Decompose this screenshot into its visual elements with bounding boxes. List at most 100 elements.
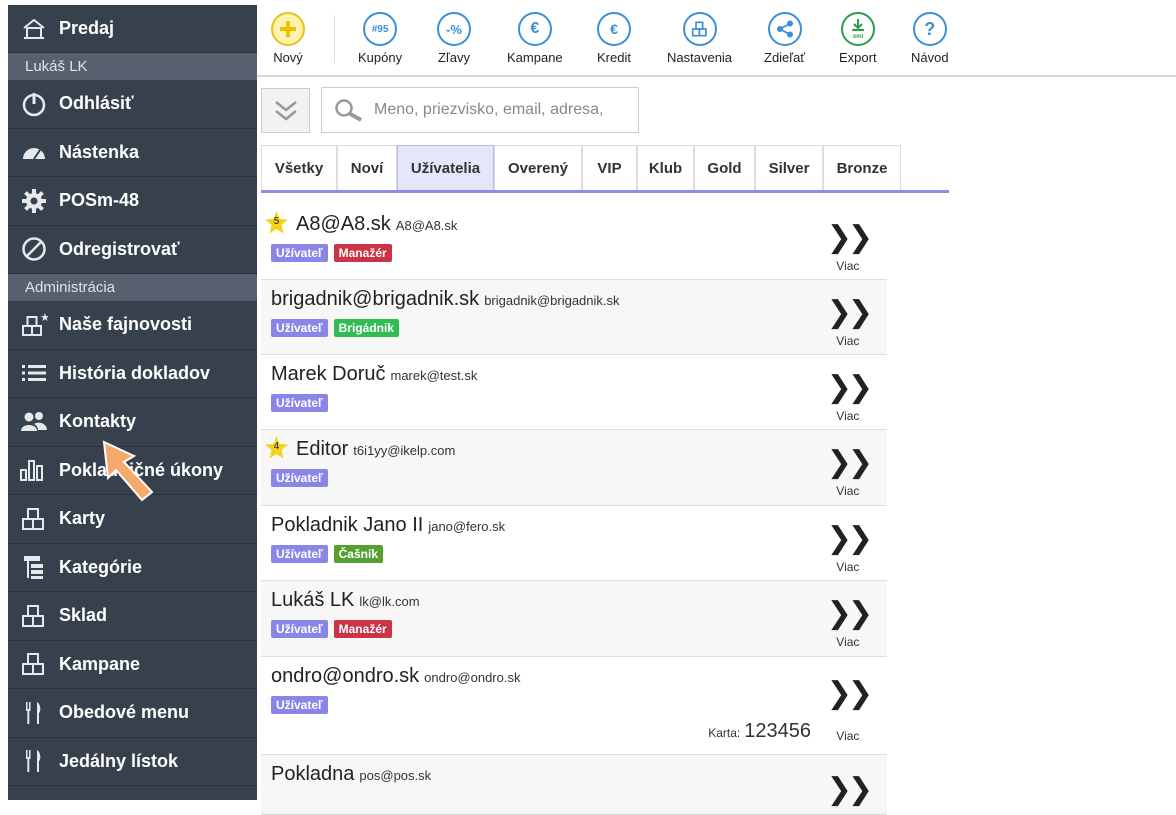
sidebar-item-label: Predaj: [59, 18, 115, 38]
sidebar-item-label: História dokladov: [59, 362, 211, 383]
sidebar-item-label: Naše fajnovosti: [59, 314, 193, 335]
cutlery-icon: [19, 746, 49, 776]
help-icon: ?: [912, 12, 947, 46]
chevron-double-right-icon: ❯❯: [826, 773, 873, 806]
tab-gold[interactable]: Gold: [694, 145, 755, 190]
tree-icon: [19, 552, 49, 582]
sidebar-item-label: Kontakty: [59, 411, 137, 432]
sidebar-item-label: Kategórie: [59, 556, 143, 577]
sidebar-item-label: Obedové menu: [59, 702, 190, 723]
role-badge-user: Užívateľ: [271, 545, 328, 563]
boxes-icon: [682, 12, 717, 46]
tab-klub[interactable]: Klub: [637, 145, 694, 190]
sidebar-item-label: Kampane: [59, 653, 141, 674]
filter-toggle-button[interactable]: [261, 88, 310, 133]
contact-row[interactable]: 4 Editor t6i1yy@ikelp.com Užívateľ ❯❯ Vi…: [261, 430, 887, 506]
sidebar-item-odhlasit[interactable]: Odhlásiť: [8, 80, 257, 129]
tab-bronze[interactable]: Bronze: [823, 145, 901, 190]
sidebar-item-label: Nástenka: [59, 141, 140, 162]
sidebar-section-user: Lukáš LK: [8, 53, 257, 80]
toolbar-divider: [334, 15, 335, 63]
settings-button[interactable]: Nastavenia: [667, 12, 732, 65]
more-button[interactable]: ❯❯ Viac: [827, 524, 873, 575]
sidebar-item-nase-fajnovosti[interactable]: ★ Naše fajnovosti: [8, 301, 257, 350]
contact-email: pos@pos.sk: [359, 768, 432, 783]
sidebar-item-odregistrovat[interactable]: Odregistrovať: [8, 226, 257, 274]
contact-row[interactable]: ondro@ondro.sk ondro@ondro.sk Užívateľ K…: [261, 657, 887, 755]
more-button[interactable]: ❯❯ Viac: [827, 679, 873, 744]
sidebar-item-predaj[interactable]: Predaj: [8, 5, 257, 53]
contact-row[interactable]: Pokladna pos@pos.sk ❯❯: [261, 755, 887, 815]
more-button[interactable]: ❯❯ Viac: [827, 298, 873, 349]
help-button[interactable]: ? Návod: [911, 12, 949, 65]
euro-campaign-icon: €: [517, 12, 552, 46]
tab-overeny[interactable]: Overený: [494, 145, 582, 190]
contact-name: A8@A8.sk: [296, 213, 391, 235]
new-button[interactable]: Nový: [271, 12, 305, 65]
star-rating-icon: 4: [264, 435, 289, 460]
search-icon: [335, 99, 362, 122]
gear-icon: [19, 186, 49, 216]
sidebar-item-obedove-menu[interactable]: Obedové menu: [8, 689, 257, 738]
tab-uzivatelia[interactable]: Užívatelia: [397, 145, 494, 190]
campaigns-button[interactable]: € Kampane: [507, 12, 563, 65]
more-button[interactable]: ❯❯ Viac: [827, 373, 873, 424]
tab-novi[interactable]: Noví: [337, 145, 397, 190]
contact-row[interactable]: Marek Doruč marek@test.sk Užívateľ ❯❯ Vi…: [261, 355, 887, 430]
contact-name: Pokladna: [271, 763, 355, 785]
search-input[interactable]: [374, 101, 634, 119]
more-button[interactable]: ❯❯: [826, 773, 873, 806]
tab-vsetky[interactable]: Všetky: [261, 145, 337, 190]
sidebar-item-posm48[interactable]: POSm-48: [8, 177, 257, 226]
role-badge-user: Užívateľ: [271, 319, 328, 337]
contact-row[interactable]: 5 A8@A8.sk A8@A8.sk Užívateľ Manažér ❯❯ …: [261, 205, 887, 280]
contact-name: Pokladnik Jano II: [271, 514, 424, 536]
boxes-icon: [19, 601, 49, 631]
credit-button[interactable]: € Kredit: [597, 12, 631, 65]
sidebar-item-kategorie[interactable]: Kategórie: [8, 544, 257, 592]
euro-credit-icon: €: [597, 12, 631, 46]
bar-chart-icon: [19, 455, 49, 485]
coupons-button[interactable]: #95 Kupóny: [358, 12, 402, 65]
svg-text:★: ★: [40, 312, 48, 324]
share-button[interactable]: Zdieľať: [764, 12, 805, 65]
share-icon: [767, 12, 802, 46]
contact-row[interactable]: brigadnik@brigadnik.sk brigadnik@brigadn…: [261, 280, 887, 355]
more-button[interactable]: ❯❯ Viac: [827, 599, 873, 650]
role-badge-manager: Manažér: [333, 620, 392, 638]
sidebar-item-label: Karty: [59, 508, 106, 529]
boxes-icon: [19, 649, 49, 679]
search-box: [321, 87, 639, 133]
sidebar-item-nastenka[interactable]: Nástenka: [8, 129, 257, 177]
contact-email: jano@fero.sk: [428, 519, 506, 534]
percent-icon: -%: [437, 12, 471, 46]
role-badge-user: Užívateľ: [271, 469, 328, 487]
sidebar-item-label: Odregistrovať: [59, 238, 180, 259]
sidebar-item-sklad[interactable]: Sklad: [8, 592, 257, 641]
sidebar-section-admin: Administrácia: [8, 274, 257, 301]
tab-silver[interactable]: Silver: [755, 145, 823, 190]
card-number: 123456: [744, 720, 811, 742]
more-button[interactable]: ❯❯ Viac: [827, 223, 873, 274]
sidebar-item-kampane[interactable]: Kampane: [8, 641, 257, 689]
sidebar-item-label: POSm-48: [59, 190, 140, 211]
discounts-button[interactable]: -% Zľavy: [437, 12, 471, 65]
star-rating-icon: 5: [264, 210, 289, 235]
contact-row[interactable]: Lukáš LK lk@lk.com Užívateľ Manažér ❯❯ V…: [261, 581, 887, 657]
dashboard-icon: [19, 137, 49, 167]
contact-email: brigadnik@brigadnik.sk: [484, 293, 620, 308]
sidebar-item-label: Odhlásiť: [59, 93, 134, 114]
contact-row[interactable]: Pokladnik Jano II jano@fero.sk Užívateľ …: [261, 506, 887, 581]
star-count: 5: [273, 216, 280, 227]
contact-email: lk@lk.com: [359, 594, 420, 609]
contact-name: ondro@ondro.sk: [271, 665, 420, 687]
list-icon: [19, 358, 49, 388]
contact-email: marek@test.sk: [390, 368, 478, 383]
sidebar-item-jedalny-listok[interactable]: Jedálny lístok: [8, 738, 257, 786]
sidebar-item-historia-dokladov[interactable]: História dokladov: [8, 350, 257, 398]
role-badge-user: Užívateľ: [271, 696, 328, 714]
sidebar-item-label: Sklad: [59, 605, 108, 626]
tab-vip[interactable]: VIP: [582, 145, 637, 190]
more-button[interactable]: ❯❯ Viac: [827, 448, 873, 499]
export-button[interactable]: xml Export: [839, 12, 877, 65]
